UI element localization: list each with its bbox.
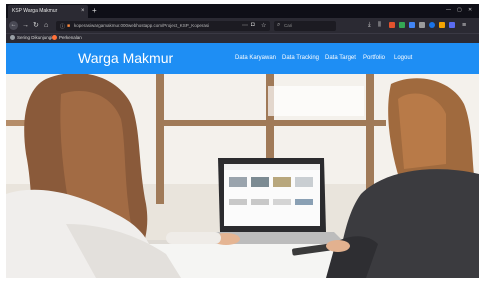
info-icon[interactable]: ⓘ: [60, 23, 65, 30]
bookmark-item[interactable]: Sering Dikunjungi: [10, 35, 52, 40]
nav-link-data-target[interactable]: Data Target: [325, 55, 356, 61]
extension-icon[interactable]: [389, 22, 395, 28]
maximize-icon[interactable]: ▢: [457, 7, 462, 13]
home-icon[interactable]: ⌂: [44, 21, 48, 30]
nav-link-data-tracking[interactable]: Data Tracking: [282, 55, 319, 61]
tab-title: KSP Warga Makmur: [12, 8, 58, 14]
reload-icon[interactable]: ↻: [33, 21, 39, 30]
nav-link-logout[interactable]: Logout: [394, 55, 412, 61]
gear-icon: [10, 35, 15, 40]
extension-icon[interactable]: [419, 22, 425, 28]
page-actions-icon[interactable]: ⋯: [242, 22, 248, 29]
extension-icon[interactable]: [439, 22, 445, 28]
back-arrow-icon[interactable]: ←: [9, 21, 18, 30]
bookmark-label: Sering Dikunjungi: [17, 35, 53, 40]
nav-link-portfolio[interactable]: Portfolio: [363, 55, 385, 61]
search-placeholder: Cari: [284, 23, 293, 28]
search-icon: ⌕: [277, 22, 281, 28]
extension-icon[interactable]: [399, 22, 405, 28]
hero-illustration: [6, 74, 479, 278]
close-tab-icon[interactable]: ×: [81, 5, 85, 18]
minimize-icon[interactable]: —: [446, 7, 451, 13]
navigation-toolbar: ← → ↻ ⌂ ⓘ ■ koperasiwargamakmur.000webho…: [6, 18, 479, 33]
forward-arrow-icon[interactable]: →: [22, 21, 29, 30]
bookmark-item[interactable]: Perkenalan: [52, 35, 82, 40]
new-tab-button[interactable]: +: [92, 5, 97, 17]
search-bar[interactable]: ⌕ Cari: [274, 21, 336, 31]
browser-tab[interactable]: KSP Warga Makmur ×: [8, 5, 88, 18]
hero-image: [6, 74, 479, 278]
download-icon[interactable]: ⤓: [368, 21, 371, 30]
library-icon[interactable]: ⫼: [378, 21, 381, 30]
extension-icon[interactable]: [409, 22, 415, 28]
url-text[interactable]: koperasiwargamakmur.000webhostapp.com/Pr…: [74, 23, 209, 28]
firefox-icon: [52, 35, 57, 40]
extension-icon[interactable]: [429, 22, 435, 28]
menu-hamburger-icon[interactable]: ≡: [462, 21, 466, 30]
bookmark-star-icon[interactable]: ☆: [261, 22, 266, 29]
tab-strip: KSP Warga Makmur × + — ▢ ✕: [6, 4, 479, 18]
close-window-icon[interactable]: ✕: [468, 7, 472, 13]
bookmark-label: Perkenalan: [59, 35, 82, 40]
browser-window: KSP Warga Makmur × + — ▢ ✕ ← → ↻ ⌂ ⓘ ■ k…: [6, 4, 479, 278]
address-bar[interactable]: ⓘ ■ koperasiwargamakmur.000webhostapp.co…: [56, 21, 270, 31]
site-favicon-icon: ■: [67, 23, 71, 29]
nav-link-data-karyawan[interactable]: Data Karyawan: [235, 55, 276, 61]
site-brand[interactable]: Warga Makmur: [78, 50, 173, 66]
bookmarks-bar: Sering Dikunjungi Perkenalan: [6, 33, 479, 43]
pocket-icon[interactable]: ◘: [251, 22, 255, 28]
extension-icon[interactable]: [449, 22, 455, 28]
site-header: Warga Makmur Data Karyawan Data Tracking…: [6, 43, 479, 74]
